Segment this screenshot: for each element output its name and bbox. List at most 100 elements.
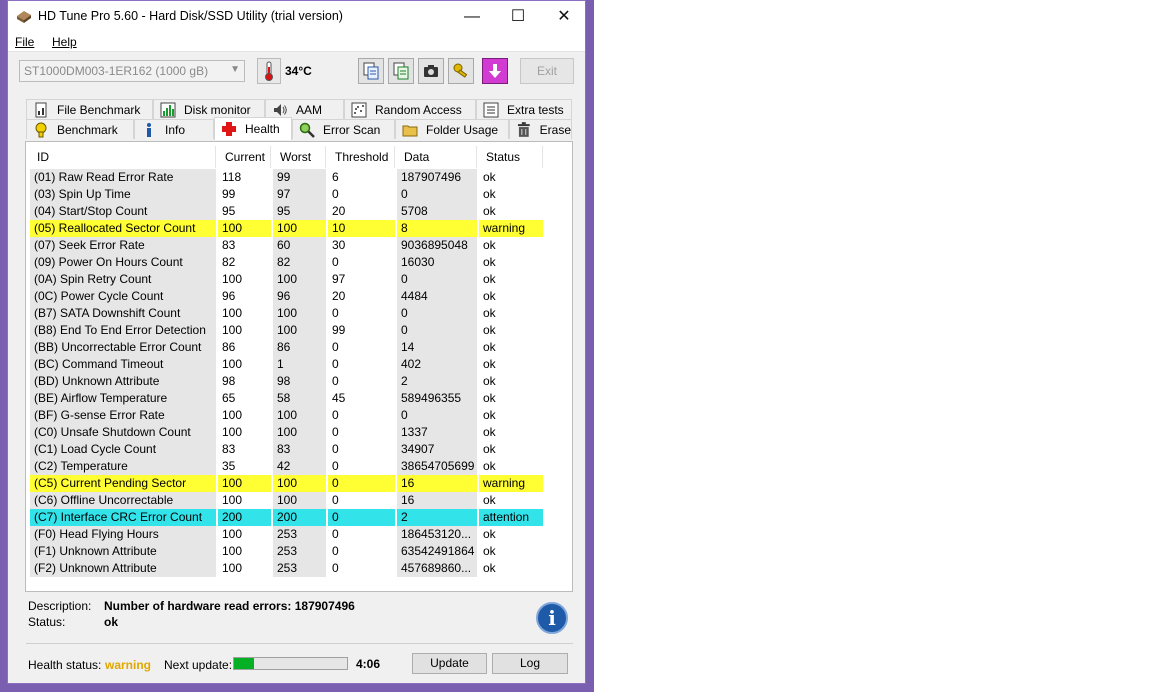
title-bar: HD Tune Pro 5.60 - Hard Disk/SSD Utility… bbox=[8, 1, 585, 32]
column-header-data[interactable]: Data bbox=[397, 146, 477, 168]
cell-id: (B8) End To End Error Detection bbox=[30, 322, 216, 339]
copy-text-button[interactable] bbox=[358, 58, 384, 84]
screenshot-camera-icon bbox=[424, 65, 438, 77]
table-row[interactable]: (C0) Unsafe Shutdown Count 100 100 0 1337 ok bbox=[26, 424, 572, 441]
cell-id: (BC) Command Timeout bbox=[30, 356, 216, 373]
app-icon bbox=[17, 11, 31, 23]
column-header-threshold[interactable]: Threshold bbox=[328, 146, 395, 168]
table-row[interactable]: (04) Start/Stop Count 95 95 20 5708 ok bbox=[26, 203, 572, 220]
table-row[interactable]: (BD) Unknown Attribute 98 98 0 2 ok bbox=[26, 373, 572, 390]
minimize-button[interactable]: — bbox=[449, 1, 495, 32]
menu-help[interactable]: Help bbox=[52, 35, 77, 49]
cell-current: 99 bbox=[222, 187, 236, 201]
table-row[interactable]: (05) Reallocated Sector Count 100 100 10 8 wa… bbox=[26, 220, 572, 237]
cell-current: 100 bbox=[222, 408, 243, 422]
table-row[interactable]: (03) Spin Up Time 99 97 0 0 ok bbox=[26, 186, 572, 203]
table-row[interactable]: (09) Power On Hours Count 82 82 0 16030 ok bbox=[26, 254, 572, 271]
update-button[interactable]: Update bbox=[412, 653, 487, 674]
tab-folder-usage[interactable]: Folder Usage bbox=[395, 119, 509, 139]
description-value: Number of hardware read errors: 18790749… bbox=[104, 599, 355, 613]
tab-file-benchmark[interactable]: File Benchmark bbox=[26, 99, 153, 119]
save-button[interactable] bbox=[482, 58, 508, 84]
close-button[interactable]: ✕ bbox=[541, 1, 587, 32]
cell-current: 200 bbox=[218, 509, 271, 526]
table-row[interactable]: (B8) End To End Error Detection 100 100 99 0… bbox=[26, 322, 572, 339]
cell-current: 95 bbox=[222, 204, 236, 218]
log-button[interactable]: Log bbox=[492, 653, 568, 674]
table-row[interactable]: (C1) Load Cycle Count 83 83 0 34907 ok bbox=[26, 441, 572, 458]
cell-threshold: 0 bbox=[332, 357, 339, 371]
table-row[interactable]: (F0) Head Flying Hours 100 253 0 186453120..… bbox=[26, 526, 572, 543]
table-row[interactable]: (C6) Offline Uncorrectable 100 100 0 16 ok bbox=[26, 492, 572, 509]
cell-current: 100 bbox=[222, 544, 243, 558]
cell-status: ok bbox=[483, 255, 496, 269]
cell-worst: 83 bbox=[273, 441, 326, 458]
copy-info-button[interactable] bbox=[388, 58, 414, 84]
benchmark-icon bbox=[35, 122, 47, 137]
options-button[interactable] bbox=[448, 58, 474, 84]
info-button[interactable]: i bbox=[536, 602, 568, 634]
column-header-status[interactable]: Status bbox=[479, 146, 543, 168]
cell-worst: 98 bbox=[273, 373, 326, 390]
tab-label: Disk monitor bbox=[184, 102, 251, 117]
table-row[interactable]: (BE) Airflow Temperature 65 58 45 589496355 o… bbox=[26, 390, 572, 407]
table-row[interactable]: (01) Raw Read Error Rate 118 99 6 187907496 o… bbox=[26, 169, 572, 186]
tab-erase[interactable]: Erase bbox=[509, 119, 572, 139]
app-window: HD Tune Pro 5.60 - Hard Disk/SSD Utility… bbox=[7, 0, 586, 684]
tab-label: Benchmark bbox=[57, 122, 118, 137]
table-row[interactable]: (07) Seek Error Rate 83 60 30 9036895048 ok bbox=[26, 237, 572, 254]
column-header-id[interactable]: ID bbox=[30, 146, 216, 168]
tab-label: Random Access bbox=[375, 102, 462, 117]
cell-data: 187907496 bbox=[397, 169, 477, 186]
cell-data: 1337 bbox=[397, 424, 477, 441]
tab-error-scan[interactable]: Error Scan bbox=[292, 119, 395, 139]
cell-worst: 42 bbox=[273, 458, 326, 475]
cell-status: ok bbox=[483, 425, 496, 439]
screenshot-button[interactable] bbox=[418, 58, 444, 84]
cell-threshold: 0 bbox=[328, 475, 395, 492]
menu-file[interactable]: File bbox=[15, 35, 34, 49]
table-row[interactable]: (C5) Current Pending Sector 100 100 0 16 warn… bbox=[26, 475, 572, 492]
tab-benchmark[interactable]: Benchmark bbox=[26, 119, 134, 139]
table-row[interactable]: (BC) Command Timeout 100 1 0 402 ok bbox=[26, 356, 572, 373]
table-row[interactable]: (B7) SATA Downshift Count 100 100 0 0 ok bbox=[26, 305, 572, 322]
cell-current: 100 bbox=[218, 475, 271, 492]
table-row[interactable]: (BB) Uncorrectable Error Count 86 86 0 14 ok bbox=[26, 339, 572, 356]
drive-select[interactable]: ST1000DM003-1ER162 (1000 gB) ▼ bbox=[19, 60, 245, 82]
tab-info[interactable]: Info bbox=[134, 119, 214, 139]
table-row[interactable]: (F1) Unknown Attribute 100 253 0 63542491864… bbox=[26, 543, 572, 560]
cell-data: 0 bbox=[397, 186, 477, 203]
smart-table-panel: ID Current Worst Threshold Data Status (… bbox=[25, 141, 573, 592]
cell-status: ok bbox=[483, 306, 496, 320]
cell-worst: 96 bbox=[273, 288, 326, 305]
tab-disk-monitor[interactable]: Disk monitor bbox=[153, 99, 265, 119]
cell-worst: 100 bbox=[273, 475, 326, 492]
tab-health[interactable]: Health bbox=[214, 117, 292, 140]
tab-extra-tests[interactable]: Extra tests bbox=[476, 99, 572, 119]
table-row[interactable]: (0A) Spin Retry Count 100 100 97 0 ok bbox=[26, 271, 572, 288]
cell-status: ok bbox=[483, 459, 496, 473]
table-row[interactable]: (F2) Unknown Attribute 100 253 0 457689860..… bbox=[26, 560, 572, 577]
cell-worst: 100 bbox=[273, 271, 326, 288]
table-row[interactable]: (C2) Temperature 35 42 0 38654705699 ok bbox=[26, 458, 572, 475]
table-row[interactable]: (0C) Power Cycle Count 96 96 20 4484 ok bbox=[26, 288, 572, 305]
column-header-current[interactable]: Current bbox=[218, 146, 271, 168]
cell-worst: 200 bbox=[273, 509, 326, 526]
cell-id: (F2) Unknown Attribute bbox=[30, 560, 216, 577]
tab-random-access[interactable]: Random Access bbox=[344, 99, 476, 119]
cell-id: (F1) Unknown Attribute bbox=[30, 543, 216, 560]
chevron-down-icon: ▼ bbox=[230, 64, 240, 75]
maximize-button[interactable]: ☐ bbox=[495, 1, 541, 32]
health-status-value: warning bbox=[105, 658, 152, 672]
cell-worst: 99 bbox=[273, 169, 326, 186]
exit-button[interactable]: Exit bbox=[520, 58, 574, 84]
tab-aam[interactable]: AAM bbox=[265, 99, 344, 119]
cell-status: ok bbox=[483, 323, 496, 337]
copy-text-icon bbox=[363, 62, 379, 80]
temperature-readout: 34°C bbox=[285, 64, 312, 78]
cell-current: 82 bbox=[222, 255, 236, 269]
next-update-label: Next update: bbox=[164, 658, 233, 672]
column-header-worst[interactable]: Worst bbox=[273, 146, 326, 168]
table-row[interactable]: (C7) Interface CRC Error Count 200 200 0 2 at… bbox=[26, 509, 572, 526]
table-row[interactable]: (BF) G-sense Error Rate 100 100 0 0 ok bbox=[26, 407, 572, 424]
